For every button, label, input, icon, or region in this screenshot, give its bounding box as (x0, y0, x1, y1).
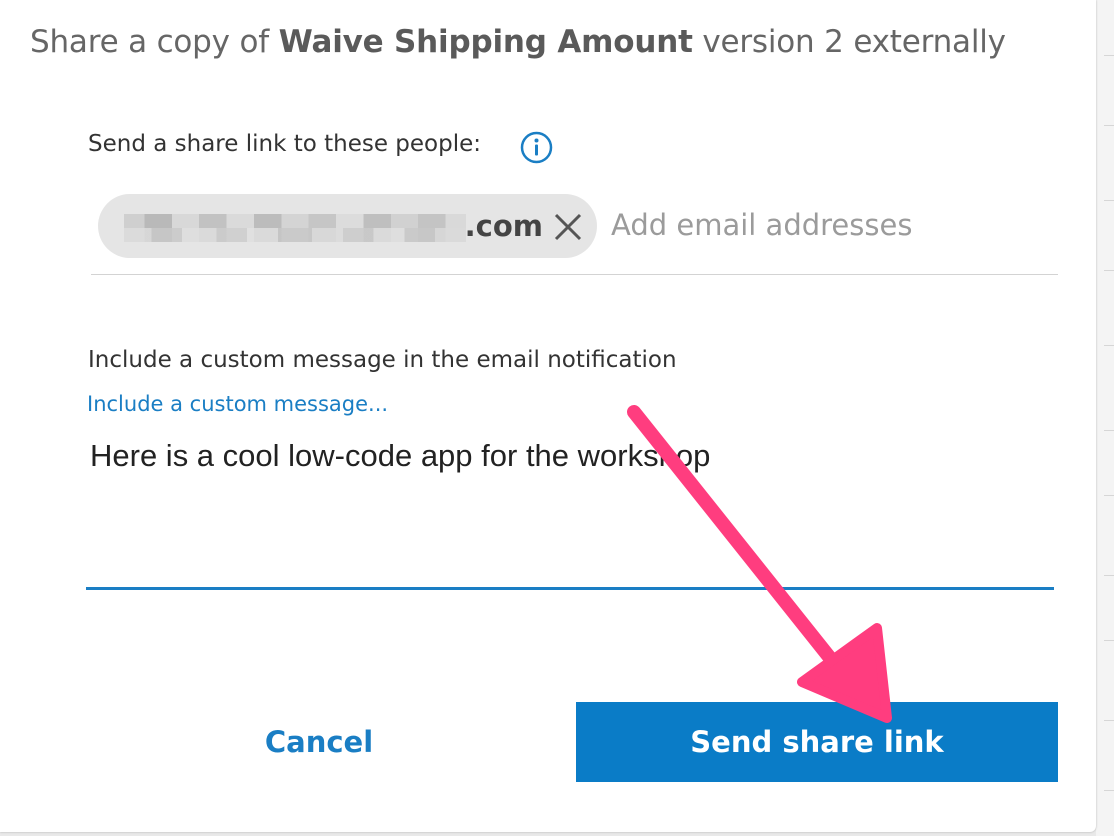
custom-message-field: Here is a cool low-code app for the work… (86, 432, 1054, 590)
info-icon[interactable] (520, 131, 553, 164)
background-divider (1104, 720, 1114, 721)
include-custom-message-link[interactable]: Include a custom message... (87, 392, 388, 416)
recipient-chip-domain: .com (464, 209, 543, 243)
background-divider (1104, 55, 1114, 56)
background-divider (1104, 345, 1114, 346)
background-divider (1104, 125, 1114, 126)
custom-message-textarea[interactable]: Here is a cool low-code app for the work… (86, 432, 1054, 582)
share-dialog: Share a copy of Waive Shipping Amount ve… (0, 0, 1096, 832)
title-prefix: Share a copy of (30, 24, 279, 60)
close-icon[interactable] (553, 212, 583, 242)
background-divider (1104, 270, 1114, 271)
cancel-button[interactable]: Cancel (210, 702, 428, 782)
send-share-link-button[interactable]: Send share link (576, 702, 1058, 782)
email-field-underline (91, 274, 1058, 275)
recipients-field: .com (91, 191, 1058, 275)
custom-message-label: Include a custom message in the email no… (88, 347, 677, 373)
background-divider (1104, 640, 1114, 641)
background-divider (1104, 430, 1114, 431)
email-input[interactable] (611, 203, 1041, 247)
redacted-email-shade (124, 228, 466, 242)
background-divider (1104, 790, 1114, 791)
background-divider (1104, 200, 1114, 201)
dialog-title: Share a copy of Waive Shipping Amount ve… (30, 24, 1006, 60)
title-app-name: Waive Shipping Amount (278, 24, 693, 60)
background-divider (1104, 575, 1114, 576)
recipient-chip[interactable]: .com (98, 194, 597, 258)
recipients-label: Send a share link to these people: (88, 131, 481, 157)
background-divider (1104, 495, 1114, 496)
title-suffix: version 2 externally (692, 24, 1006, 60)
custom-message-underline (86, 587, 1054, 590)
